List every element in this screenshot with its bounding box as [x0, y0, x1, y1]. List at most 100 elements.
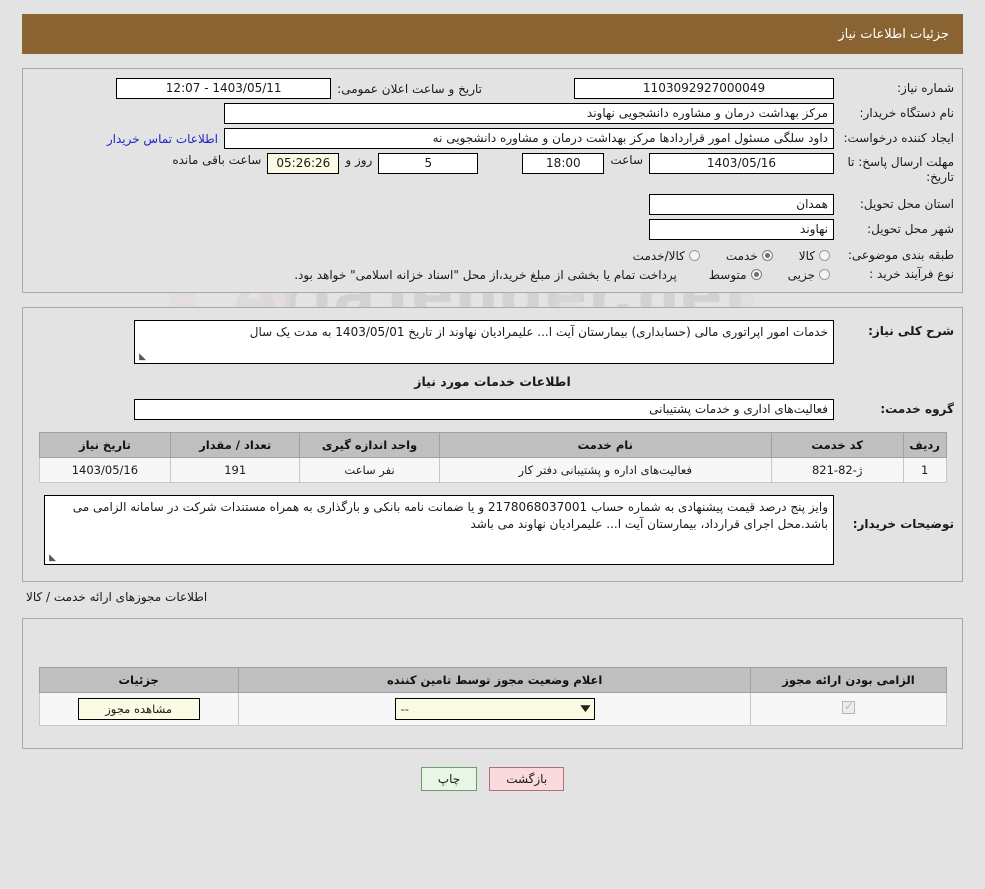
cell-service-name: فعالیت‌های اداره و پشتیبانی دفتر کار — [438, 457, 772, 483]
deadline-label: مهلت ارسال پاسخ: تا تاریخ: — [847, 155, 954, 184]
radio-icon[interactable] — [688, 250, 700, 261]
radio-icon[interactable] — [819, 269, 830, 280]
services-section-header: اطلاعات خدمات مورد نیاز — [414, 374, 571, 389]
services-table: ردیف کد خدمت نام خدمت واحد اندازه گیری ت… — [38, 432, 947, 483]
service-group-row: گروه خدمت: فعالیت‌های اداری و خدمات پشتی… — [31, 399, 954, 420]
category-label: طبقه بندی موضوعی: — [847, 248, 954, 262]
province-row: استان محل تحویل: همدان — [31, 194, 954, 215]
time-left-suffix-label: ساعت باقی مانده — [172, 153, 262, 167]
deadline-date-field[interactable]: 1403/05/16 — [649, 153, 834, 174]
deadline-hour-field[interactable]: 18:00 — [522, 153, 605, 174]
city-row: شهر محل تحویل: نهاوند — [31, 219, 954, 240]
process-row: نوع فرآیند خرید : جزیی متوسط پرداخت تمام… — [31, 267, 954, 282]
col-permit-required: الزامی بودن ارائه مجوز — [750, 667, 947, 693]
category-option-label: خدمت — [725, 248, 758, 263]
cell-permit-status: ▼ -- — [237, 692, 752, 726]
announce-datetime-field[interactable]: 1403/05/11 - 12:07 — [116, 78, 332, 99]
city-label: شهر محل تحویل: — [867, 222, 954, 236]
buyer-notes-textarea[interactable]: وایز پنج درصد قیمت پیشنهادی به شماره حسا… — [44, 495, 834, 565]
category-option-kala[interactable]: کالا — [799, 249, 834, 263]
col-quantity: تعداد / مقدار — [170, 432, 301, 458]
radio-icon[interactable] — [819, 250, 830, 261]
process-note: پرداخت تمام یا بخشی از مبلغ خرید،از محل … — [294, 267, 677, 282]
permit-status-value: -- — [400, 702, 409, 716]
col-permit-status: اعلام وضعیت مجوز توسط تامین کننده — [237, 667, 752, 693]
buyer-org-field[interactable]: مرکز بهداشت درمان و مشاوره دانشجویی نهاو… — [224, 103, 834, 124]
summary-text: خدمات امور اپراتوری مالی (حسابداری) بیما… — [249, 325, 828, 339]
time-left-field: 05:26:26 — [267, 153, 340, 174]
resize-grip-icon[interactable]: ◣ — [47, 554, 56, 563]
back-button[interactable]: بازگشت — [489, 767, 565, 791]
col-service-name: نام خدمت — [438, 432, 772, 458]
col-permit-details: جزئیات — [38, 667, 239, 693]
permits-table-header-row: الزامی بودن ارائه مجوز اعلام وضعیت مجوز … — [38, 667, 947, 693]
resize-grip-icon[interactable]: ◣ — [137, 353, 146, 362]
need-info-panel: شماره نیاز: 1103092927000049 تاریخ و ساع… — [22, 68, 963, 293]
service-group-label: گروه خدمت: — [880, 402, 954, 416]
cell-permit-required — [750, 692, 947, 726]
need-number-label: شماره نیاز: — [897, 81, 954, 95]
creator-row: ایجاد کننده درخواست: داود سلگی مسئول امو… — [31, 128, 954, 149]
category-option-label: کالا — [798, 248, 815, 263]
summary-textarea[interactable]: خدمات امور اپراتوری مالی (حسابداری) بیما… — [134, 320, 834, 364]
process-label: نوع فرآیند خرید : — [869, 267, 954, 281]
buyer-contact-link[interactable]: اطلاعات تماس خریدار — [107, 132, 218, 146]
category-radio-group: کالا خدمت کالا/خدمت — [611, 249, 834, 263]
summary-row: شرح کلی نیاز: خدمات امور اپراتوری مالی (… — [31, 320, 954, 364]
col-radif: ردیف — [902, 432, 947, 458]
radio-icon[interactable] — [761, 250, 773, 261]
checkbox-checked-icon — [841, 699, 855, 714]
page-title: جزئیات اطلاعات نیاز — [838, 26, 949, 42]
cell-service-code: ژ-82-821 — [770, 457, 904, 483]
city-field[interactable]: نهاوند — [649, 219, 834, 240]
buyer-notes-label: توضیحات خریدار: — [852, 517, 954, 531]
days-left-field: 5 — [378, 153, 479, 174]
announce-label: تاریخ و ساعت اعلان عمومی: — [337, 81, 482, 96]
cell-need-date: 1403/05/16 — [38, 457, 172, 483]
category-row: طبقه بندی موضوعی: کالا خدمت کالا/خدمت — [31, 248, 954, 263]
process-option-label: متوسط — [708, 267, 747, 282]
print-button[interactable]: چاپ — [420, 767, 478, 791]
buyer-org-label: نام دستگاه خریدار: — [859, 106, 955, 120]
deadline-hour-label: ساعت — [610, 153, 643, 167]
permits-panel: الزامی بودن ارائه مجوز اعلام وضعیت مجوز … — [22, 618, 963, 749]
summary-label: شرح کلی نیاز: — [868, 324, 954, 338]
category-option-label: کالا/خدمت — [632, 248, 685, 263]
cell-quantity: 191 — [170, 457, 301, 483]
category-option-khedmat[interactable]: خدمت — [726, 249, 777, 263]
col-unit: واحد اندازه گیری — [299, 432, 440, 458]
radio-icon[interactable] — [750, 269, 762, 280]
process-radio-group: جزیی متوسط — [687, 268, 834, 282]
process-option-motavaset[interactable]: متوسط — [709, 268, 766, 282]
cell-permit-details: مشاهده مجوز — [38, 692, 239, 726]
page-title-bar: جزئیات اطلاعات نیاز — [22, 14, 963, 54]
buyer-notes-text: وایز پنج درصد قیمت پیشنهادی به شماره حسا… — [72, 500, 828, 531]
col-service-code: کد خدمت — [770, 432, 904, 458]
province-label: استان محل تحویل: — [859, 197, 954, 211]
process-option-jozi[interactable]: جزیی — [788, 268, 834, 282]
cell-unit: نفر ساعت — [299, 457, 440, 483]
permits-caption: اطلاعات مجوزهای ارائه خدمت / کالا — [26, 590, 208, 604]
deadline-row: مهلت ارسال پاسخ: تا تاریخ: 1403/05/16 سا… — [31, 153, 954, 185]
table-row: ▼ -- مشاهده مجوز — [38, 692, 947, 726]
view-permit-button[interactable]: مشاهده مجوز — [77, 698, 200, 720]
process-option-label: جزیی — [787, 267, 815, 282]
footer-actions: بازگشت چاپ — [0, 767, 985, 791]
buyer-notes-row: توضیحات خریدار: وایز پنج درصد قیمت پیشنه… — [31, 495, 954, 565]
col-need-date: تاریخ نیاز — [38, 432, 172, 458]
need-number-row: شماره نیاز: 1103092927000049 تاریخ و ساع… — [31, 78, 954, 99]
service-detail-panel: شرح کلی نیاز: خدمات امور اپراتوری مالی (… — [22, 307, 963, 582]
creator-field[interactable]: داود سلگی مسئول امور قراردادها مرکز بهدا… — [224, 128, 834, 149]
need-number-field[interactable]: 1103092927000049 — [574, 78, 834, 99]
services-table-header-row: ردیف کد خدمت نام خدمت واحد اندازه گیری ت… — [38, 432, 947, 458]
cell-radif: 1 — [902, 457, 947, 483]
creator-label: ایجاد کننده درخواست: — [843, 131, 954, 145]
permit-status-select[interactable]: ▼ -- — [394, 698, 595, 720]
province-field[interactable]: همدان — [649, 194, 834, 215]
category-option-kala-khedmat[interactable]: کالا/خدمت — [633, 249, 704, 263]
permits-table: الزامی بودن ارائه مجوز اعلام وضعیت مجوز … — [38, 667, 947, 726]
buyer-org-row: نام دستگاه خریدار: مرکز بهداشت درمان و م… — [31, 103, 954, 124]
chevron-down-icon: ▼ — [580, 704, 591, 714]
service-group-field[interactable]: فعالیت‌های اداری و خدمات پشتیبانی — [134, 399, 834, 420]
table-row: 1 ژ-82-821 فعالیت‌های اداره و پشتیبانی د… — [38, 457, 947, 483]
